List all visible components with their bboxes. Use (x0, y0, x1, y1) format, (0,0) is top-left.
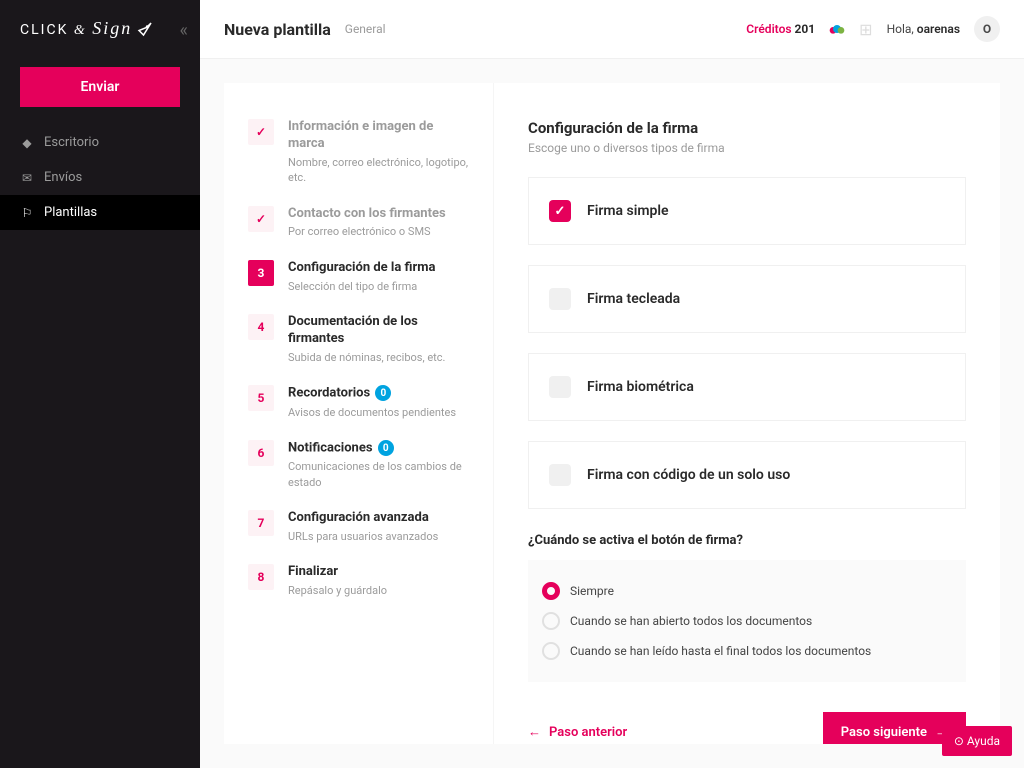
nav-icon: ◆ (20, 136, 34, 150)
page-title: Nueva plantilla (224, 20, 331, 39)
nav-label: Escritorio (44, 135, 99, 150)
nav-icon: ⚐ (20, 206, 34, 220)
option-label: Firma tecleada (587, 291, 680, 307)
config-panel: Configuración de la firma Escoge uno o d… (494, 83, 1000, 744)
steps-list: ✓ Información e imagen de marca Nombre, c… (224, 83, 494, 744)
radio-label: Cuando se han abierto todos los document… (570, 614, 812, 628)
prev-step-button[interactable]: ←Paso anterior (528, 724, 627, 740)
nav-label: Envíos (44, 170, 82, 185)
nav-item-escritorio[interactable]: ◆ Escritorio (0, 125, 200, 160)
option-label: Firma biométrica (587, 379, 694, 395)
step-number: 8 (248, 564, 274, 590)
signature-option[interactable]: Firma con código de un solo uso (528, 441, 966, 509)
collapse-sidebar-icon[interactable]: « (180, 20, 188, 41)
panel-title: Configuración de la firma (528, 119, 966, 137)
step-number: ✓ (248, 119, 274, 145)
radio-option[interactable]: Cuando se han abierto todos los document… (542, 606, 952, 636)
avatar[interactable]: O (974, 16, 1000, 42)
help-button[interactable]: ⊙ Ayuda (942, 726, 1012, 756)
step-subtitle: Subida de nóminas, recibos, etc. (288, 350, 469, 365)
radio-label: Siempre (570, 584, 614, 598)
count-badge: 0 (375, 385, 391, 401)
checkbox[interactable] (549, 376, 571, 398)
step-title: Notificaciones 0 (288, 440, 469, 457)
step-subtitle: Comunicaciones de los cambios de estado (288, 459, 469, 490)
radio-option[interactable]: Siempre (542, 576, 952, 606)
step-item[interactable]: ✓ Información e imagen de marca Nombre, c… (248, 119, 469, 186)
radio[interactable] (542, 582, 560, 600)
signature-option[interactable]: Firma simple (528, 177, 966, 245)
panel-subtitle: Escoge uno o diversos tipos de firma (528, 141, 966, 155)
rocket-icon (136, 20, 154, 38)
nav-icon: ✉ (20, 171, 34, 185)
step-subtitle: Selección del tipo de firma (288, 279, 469, 294)
step-item[interactable]: 3 Configuración de la firma Selección del… (248, 260, 469, 294)
step-title: Finalizar (288, 564, 469, 581)
step-item[interactable]: 7 Configuración avanzada URLs para usuari… (248, 510, 469, 544)
sidebar: CLICK & Sign « Enviar ◆ Escritorio ✉ Envíos… (0, 0, 200, 768)
step-item[interactable]: 6 Notificaciones 0 Comunicaciones de los c… (248, 440, 469, 490)
main: Nueva plantilla General Créditos 201 ⊞ H… (200, 0, 1024, 768)
step-title: Configuración avanzada (288, 510, 469, 527)
step-title: Documentación de los firmantes (288, 314, 469, 348)
step-subtitle: URLs para usuarios avanzados (288, 529, 469, 544)
step-item[interactable]: ✓ Contacto con los firmantes Por correo e… (248, 206, 469, 240)
signature-option[interactable]: Firma biométrica (528, 353, 966, 421)
arrow-left-icon: ← (528, 724, 541, 740)
radio[interactable] (542, 612, 560, 630)
send-button[interactable]: Enviar (20, 67, 180, 107)
step-subtitle: Avisos de documentos pendientes (288, 405, 469, 420)
nav-label: Plantillas (44, 205, 97, 220)
step-subtitle: Por correo electrónico o SMS (288, 224, 469, 239)
checkbox[interactable] (549, 464, 571, 486)
radio-option[interactable]: Cuando se han leído hasta el final todos… (542, 636, 952, 666)
count-badge: 0 (378, 440, 394, 456)
step-subtitle: Nombre, correo electrónico, logotipo, et… (288, 155, 469, 186)
greeting: Hola, oarenas (887, 22, 960, 36)
radio[interactable] (542, 642, 560, 660)
checkbox[interactable] (549, 288, 571, 310)
step-number: 5 (248, 385, 274, 411)
logo: CLICK & Sign « (0, 18, 200, 59)
step-item[interactable]: 8 Finalizar Repásalo y guárdalo (248, 564, 469, 598)
nav-item-plantillas[interactable]: ⚐ Plantillas (0, 195, 200, 230)
step-title: Información e imagen de marca (288, 119, 469, 153)
activation-question: ¿Cuándo se activa el botón de firma? (528, 533, 966, 548)
step-title: Configuración de la firma (288, 260, 469, 277)
step-number: 4 (248, 314, 274, 340)
option-label: Firma simple (587, 203, 669, 219)
step-item[interactable]: 5 Recordatorios 0 Avisos de documentos pen… (248, 385, 469, 420)
step-title: Recordatorios 0 (288, 385, 469, 402)
step-number: 6 (248, 440, 274, 466)
signature-option[interactable]: Firma tecleada (528, 265, 966, 333)
step-number: 7 (248, 510, 274, 536)
apps-icon[interactable]: ⊞ (859, 20, 872, 39)
nav-item-envíos[interactable]: ✉ Envíos (0, 160, 200, 195)
header: Nueva plantilla General Créditos 201 ⊞ H… (200, 0, 1024, 59)
step-subtitle: Repásalo y guárdalo (288, 583, 469, 598)
step-number: 3 (248, 260, 274, 286)
breadcrumb[interactable]: General (345, 22, 386, 36)
cloud-icon[interactable] (829, 21, 845, 37)
radio-group: Siempre Cuando se han abierto todos los d… (528, 560, 966, 682)
option-label: Firma con código de un solo uso (587, 467, 790, 483)
step-number: ✓ (248, 206, 274, 232)
step-title: Contacto con los firmantes (288, 206, 469, 223)
checkbox[interactable] (549, 200, 571, 222)
radio-label: Cuando se han leído hasta el final todos… (570, 644, 871, 658)
step-item[interactable]: 4 Documentación de los firmantes Subida d… (248, 314, 469, 365)
credits: Créditos 201 (746, 22, 815, 36)
